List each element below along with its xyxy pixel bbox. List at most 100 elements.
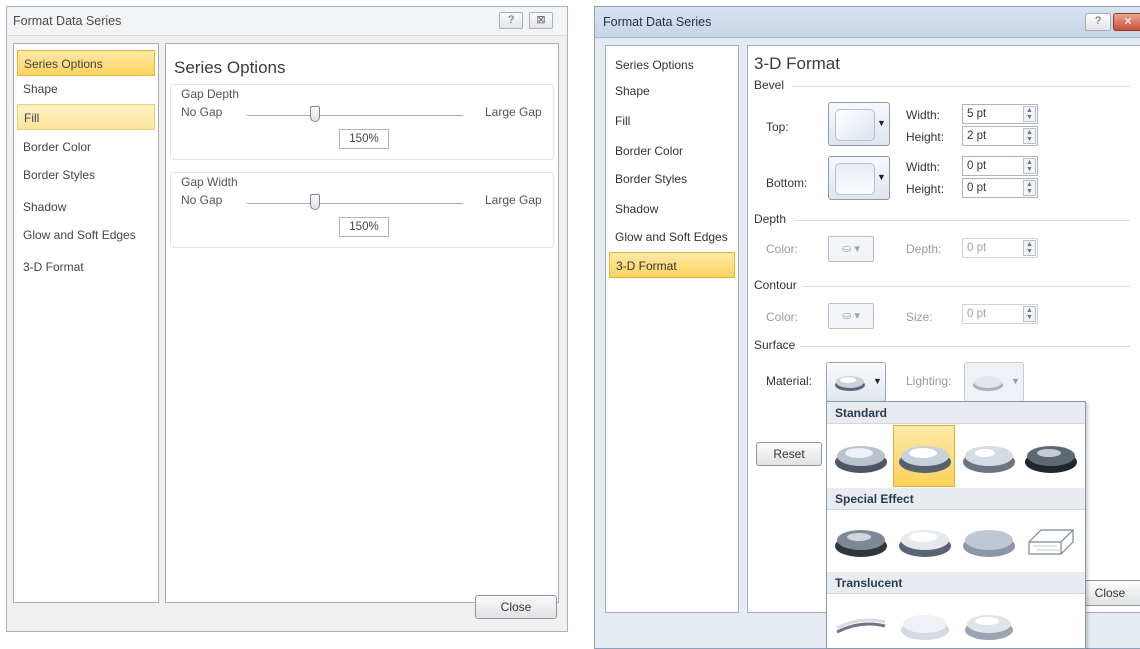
section-divider — [794, 220, 1130, 221]
material-picker[interactable]: ▼ — [826, 362, 886, 402]
bevel-bottom-width-value: 0 pt — [967, 160, 987, 172]
spinner-arrows-icon[interactable]: ▲ ▼ — [1023, 180, 1036, 196]
bevel-top-height-label: Height: — [906, 130, 945, 144]
depth-color-picker[interactable]: ⛀ ▾ — [828, 236, 874, 262]
gap-depth-track[interactable] — [247, 115, 463, 116]
contour-color-label: Color: — [766, 310, 799, 324]
bevel-top-label: Top: — [766, 120, 789, 134]
bevel-bottom-height-value: 0 pt — [967, 182, 987, 194]
bevel-top-picker[interactable]: ▼ — [828, 102, 890, 146]
gap-depth-min-label: No Gap — [181, 105, 223, 119]
spinner-arrows-icon[interactable]: ▲ ▼ — [1023, 106, 1036, 122]
material-soft-edge-icon[interactable] — [897, 518, 953, 562]
nav-item-border-styles[interactable]: Border Styles — [609, 166, 735, 192]
gap-depth-slider-thumb[interactable] — [310, 106, 320, 122]
help-icon[interactable]: ? — [499, 12, 523, 29]
bevel-top-width-label: Width: — [906, 108, 941, 122]
nav-item-3d-format[interactable]: 3-D Format — [17, 254, 155, 280]
spinner-arrows-icon[interactable]: ▲ ▼ — [1023, 306, 1036, 322]
contour-section-label: Contour — [754, 278, 797, 292]
material-translucent-powder-icon[interactable] — [833, 602, 889, 646]
bevel-bottom-height-input[interactable]: 0 pt ▲ ▼ — [962, 178, 1038, 198]
lighting-picker[interactable]: ▼ — [964, 362, 1024, 402]
gap-width-min-label: No Gap — [181, 193, 223, 207]
gap-depth-group: Gap Depth No Gap Large Gap 150% — [170, 84, 554, 160]
paint-bucket-icon: ⛀ ▾ — [842, 310, 860, 322]
depth-color-label: Color: — [766, 242, 799, 256]
nav-item-glow-soft-edges[interactable]: Glow and Soft Edges — [17, 222, 155, 248]
nav-item-shadow[interactable]: Shadow — [609, 196, 735, 222]
spinner-arrows-icon[interactable]: ▲ ▼ — [1023, 158, 1036, 174]
material-label: Material: — [766, 374, 813, 388]
bevel-bottom-label: Bottom: — [766, 176, 808, 190]
paint-bucket-icon: ⛀ ▾ — [842, 243, 860, 255]
material-flat-icon[interactable] — [961, 518, 1017, 562]
nav-item-shadow[interactable]: Shadow — [17, 194, 155, 220]
options-panel: Series Options Gap Depth No Gap Large Ga… — [165, 43, 559, 603]
nav-item-border-styles[interactable]: Border Styles — [17, 162, 155, 188]
bevel-top-height-input[interactable]: 2 pt ▲ ▼ — [962, 126, 1038, 146]
gap-depth-max-label: Large Gap — [485, 105, 542, 119]
material-wireframe-icon[interactable] — [1023, 516, 1079, 562]
material-clear-icon[interactable] — [897, 602, 953, 646]
nav-item-fill[interactable]: Fill — [17, 104, 155, 130]
close-icon[interactable]: ⊠ — [529, 12, 553, 29]
title-bar: Format Data Series ? ⊠ — [7, 7, 567, 36]
gap-width-slider-thumb[interactable] — [310, 194, 320, 210]
nav-item-fill[interactable]: Fill — [609, 108, 735, 134]
bevel-bottom-width-input[interactable]: 0 pt ▲ ▼ — [962, 156, 1038, 176]
nav-item-border-color[interactable]: Border Color — [609, 138, 735, 164]
material-icon — [835, 376, 865, 391]
close-button[interactable]: Close — [475, 595, 557, 619]
section-divider — [792, 86, 1130, 87]
gallery-section-standard: Standard — [827, 402, 1085, 424]
depth-input[interactable]: 0 pt ▲ ▼ — [962, 238, 1038, 258]
material-powder-icon[interactable] — [961, 602, 1017, 646]
spinner-arrows-icon[interactable]: ▲ ▼ — [1023, 128, 1036, 144]
nav-item-3d-format[interactable]: 3-D Format — [609, 252, 735, 278]
help-icon[interactable]: ? — [1085, 13, 1111, 31]
bevel-top-width-input[interactable]: 5 pt ▲ ▼ — [962, 104, 1038, 124]
category-list: Series Options Shape Fill Border Color B… — [605, 45, 739, 613]
reset-button[interactable]: Reset — [756, 442, 822, 466]
material-plastic-icon[interactable] — [961, 434, 1017, 478]
depth-section-label: Depth — [754, 212, 787, 226]
bevel-bottom-width-label: Width: — [906, 160, 941, 174]
material-gallery-dropdown: Standard Special Effect Translucent — [826, 401, 1086, 649]
bevel-section-label: Bevel — [754, 78, 785, 92]
nav-item-glow-soft-edges[interactable]: Glow and Soft Edges — [609, 224, 735, 250]
bevel-preview-icon — [835, 109, 875, 141]
nav-item-series-options[interactable]: Series Options — [17, 50, 155, 76]
section-divider — [802, 286, 1130, 287]
spinner-arrows-icon[interactable]: ▲ ▼ — [1023, 240, 1036, 256]
depth-depth-label: Depth: — [906, 242, 942, 256]
gallery-section-special-effect: Special Effect — [827, 488, 1085, 510]
close-icon[interactable]: ✕ — [1113, 13, 1140, 31]
bevel-top-width-value: 5 pt — [967, 108, 987, 120]
nav-item-border-color[interactable]: Border Color — [17, 134, 155, 160]
material-dark-edge-icon[interactable] — [833, 518, 889, 562]
contour-size-input[interactable]: 0 pt ▲ ▼ — [962, 304, 1038, 324]
nav-item-shape[interactable]: Shape — [17, 76, 155, 102]
gap-width-track[interactable] — [247, 203, 463, 204]
bevel-preview-icon — [835, 163, 875, 195]
depth-value: 0 pt — [967, 242, 987, 254]
gap-depth-label: Gap Depth — [181, 87, 240, 101]
bevel-bottom-picker[interactable]: ▼ — [828, 156, 890, 200]
format-data-series-dialog-left: Format Data Series ? ⊠ Series Options Sh… — [6, 6, 568, 632]
surface-section-label: Surface — [754, 338, 796, 352]
material-warm-matte-icon[interactable] — [897, 434, 953, 478]
category-list: Series Options Shape Fill Border Color B… — [13, 43, 159, 603]
contour-color-picker[interactable]: ⛀ ▾ — [828, 303, 874, 329]
contour-size-label: Size: — [906, 310, 933, 324]
gap-depth-input[interactable]: 150% — [339, 129, 389, 149]
nav-item-series-options[interactable]: Series Options — [609, 52, 735, 78]
dialog-title: Format Data Series — [603, 15, 712, 29]
contour-size-value: 0 pt — [967, 308, 987, 320]
gap-width-input[interactable]: 150% — [339, 217, 389, 237]
close-button-label: Close — [1094, 586, 1126, 600]
material-matte-icon[interactable] — [833, 434, 889, 478]
section-divider — [800, 346, 1130, 347]
material-metal-icon[interactable] — [1023, 434, 1079, 478]
nav-item-shape[interactable]: Shape — [609, 78, 735, 104]
